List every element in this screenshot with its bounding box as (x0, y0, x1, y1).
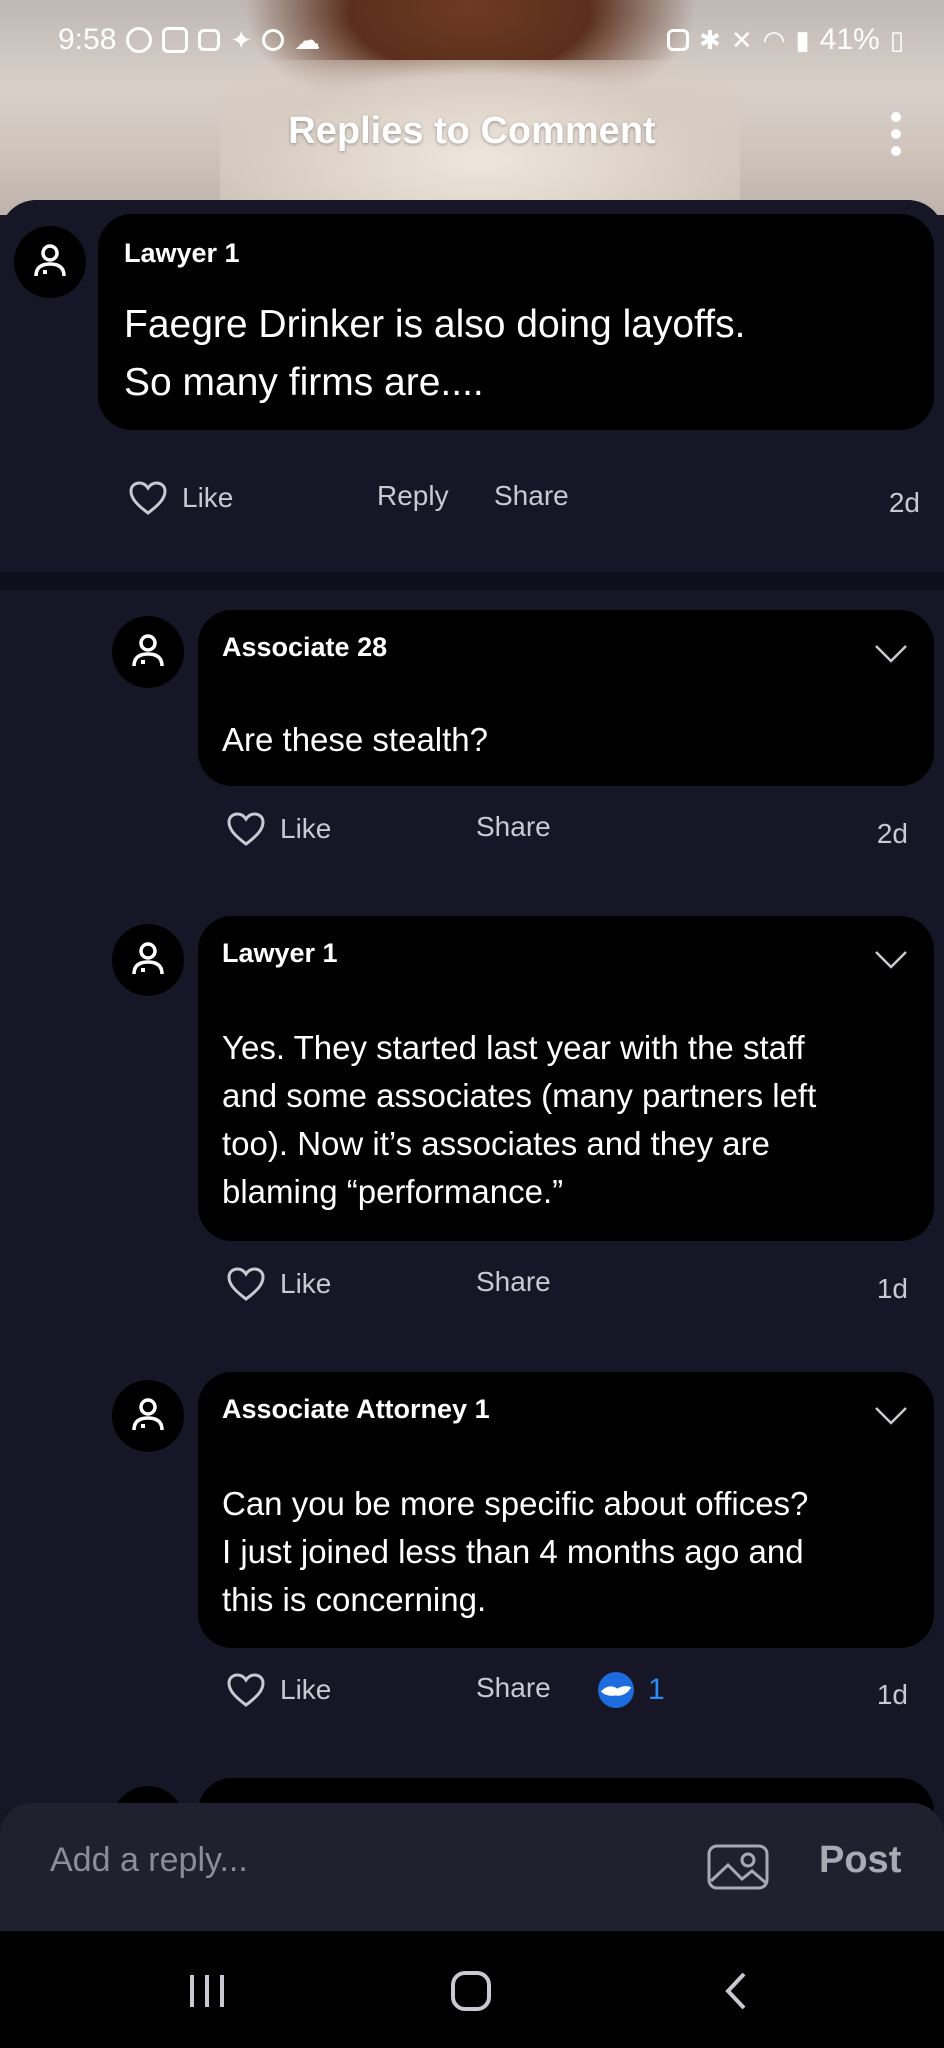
heart-icon (227, 1673, 265, 1707)
reply-text-line: I just joined less than 4 months ago and (222, 1533, 804, 1570)
reply-author[interactable]: Associate 28 (222, 632, 387, 663)
like-label: Like (280, 1268, 332, 1299)
reply-button[interactable]: Reply (377, 480, 449, 512)
kebab-dot (891, 146, 901, 156)
signal-icon: ▮ (795, 24, 810, 55)
section-divider (0, 572, 944, 590)
bluetooth-icon: ✱ (699, 24, 721, 55)
heart-icon (129, 481, 167, 515)
home-icon[interactable] (446, 1971, 496, 2011)
reply-time: 1d (876, 1273, 908, 1304)
like-label: Like (280, 813, 332, 844)
camera-icon (262, 29, 285, 51)
user-icon (132, 942, 164, 975)
battery-percent: 41% (819, 23, 880, 56)
reply-text-line: Are these stealth? (222, 721, 488, 758)
reply-bubble: Lawyer 1 Yes. They started last year wit… (198, 916, 934, 1241)
system-nav-bar (0, 1931, 944, 2048)
reply-author[interactable]: Associate Attorney 1 (222, 1394, 490, 1425)
main-comment-bubble: Lawyer 1 Faegre Drinker is also doing la… (98, 214, 934, 430)
reply-text: Are these stealth? (222, 716, 902, 764)
chevron-down-icon[interactable] (874, 1406, 908, 1426)
user-icon (34, 244, 66, 277)
share-button[interactable]: Share (476, 811, 551, 843)
reply-composer: Add a reply... Post (0, 1803, 944, 1931)
instagram-icon (162, 27, 189, 53)
reply-text-line: this is concerning. (222, 1581, 487, 1618)
comment-author[interactable]: Lawyer 1 (124, 238, 240, 269)
like-button[interactable]: Like (128, 480, 233, 516)
share-label: Share (494, 480, 569, 511)
share-button[interactable]: Share (494, 480, 569, 512)
reaction-count: 1 (648, 1673, 665, 1706)
bird-icon: ✦ (230, 24, 253, 55)
image-icon[interactable] (706, 1843, 770, 1891)
avatar[interactable] (112, 1380, 184, 1452)
like-label: Like (182, 482, 234, 513)
reply-text-line: and some associates (many partners left (222, 1077, 817, 1114)
post-button[interactable]: Post (819, 1839, 901, 1882)
share-button[interactable]: Share (476, 1266, 551, 1298)
reply-label: Reply (377, 480, 449, 511)
kebab-dot (891, 129, 901, 139)
chevron-down-icon[interactable] (874, 950, 908, 970)
cloud-icon: ☁ (294, 24, 321, 55)
like-label: Like (280, 1674, 332, 1705)
reply-text: Can you be more specific about offices? … (222, 1480, 912, 1624)
status-left: 9:58 ✦ ☁ (58, 23, 320, 57)
heart-icon (227, 1267, 265, 1301)
status-right: ✱ ✕ ◠ ▮ 41% ▯ (667, 23, 904, 57)
heart-icon (227, 812, 265, 846)
reply-text-line: Can you be more specific about offices? (222, 1485, 809, 1522)
reply-text-line: blaming “performance.” (222, 1173, 564, 1210)
reply-author[interactable]: Lawyer 1 (222, 938, 338, 969)
reaction-badge[interactable]: 1 (598, 1672, 665, 1708)
like-button[interactable]: Like (226, 811, 331, 847)
chevron-down-icon[interactable] (874, 644, 908, 664)
user-icon (132, 634, 164, 667)
comments-panel[interactable]: Lawyer 1 Faegre Drinker is also doing la… (0, 200, 944, 1848)
back-icon[interactable] (712, 1971, 762, 2011)
share-button[interactable]: Share (476, 1672, 551, 1704)
status-bar: 9:58 ✦ ☁ ✱ ✕ ◠ ▮ 41% ▯ (0, 0, 944, 80)
comment-text: Faegre Drinker is also doing layoffs. So… (124, 296, 914, 412)
reply-text-line: too). Now it’s associates and they are (222, 1125, 770, 1162)
status-time: 9:58 (58, 23, 117, 56)
reply-time: 2d (876, 818, 908, 849)
page-title: Replies to Comment (288, 110, 656, 152)
reply-input[interactable]: Add a reply... (50, 1841, 248, 1880)
reaction-group: 1 (598, 1672, 665, 1708)
share-label: Share (476, 1266, 551, 1297)
reply-time: 1d (876, 1679, 908, 1710)
reaction-icon (598, 1672, 634, 1708)
avatar[interactable] (14, 226, 86, 298)
comment-time: 2d (888, 487, 920, 518)
avatar[interactable] (112, 616, 184, 688)
gallery-icon (198, 29, 221, 51)
user-icon (132, 1398, 164, 1431)
wifi-icon: ◠ (762, 24, 786, 55)
like-button[interactable]: Like (226, 1266, 331, 1302)
comment-text-line: So many firms are.... (124, 361, 484, 404)
comment-text-line: Faegre Drinker is also doing layoffs. (124, 303, 746, 346)
recent-apps-icon[interactable] (182, 1971, 232, 2011)
reply-bubble: Associate Attorney 1 Can you be more spe… (198, 1372, 934, 1648)
like-button[interactable]: Like (226, 1672, 331, 1708)
share-label: Share (476, 811, 551, 842)
kebab-dot (891, 112, 901, 122)
whatsapp-icon (126, 27, 153, 53)
reply-bubble: Associate 28 Are these stealth? (198, 610, 934, 786)
avatar[interactable] (112, 924, 184, 996)
share-label: Share (476, 1672, 551, 1703)
lock-icon (667, 29, 690, 51)
more-vertical-icon[interactable] (890, 112, 902, 156)
reply-text: Yes. They started last year with the sta… (222, 1024, 912, 1216)
battery-icon: ▯ (889, 24, 904, 55)
mute-icon: ✕ (730, 24, 753, 55)
reply-text-line: Yes. They started last year with the sta… (222, 1029, 805, 1066)
